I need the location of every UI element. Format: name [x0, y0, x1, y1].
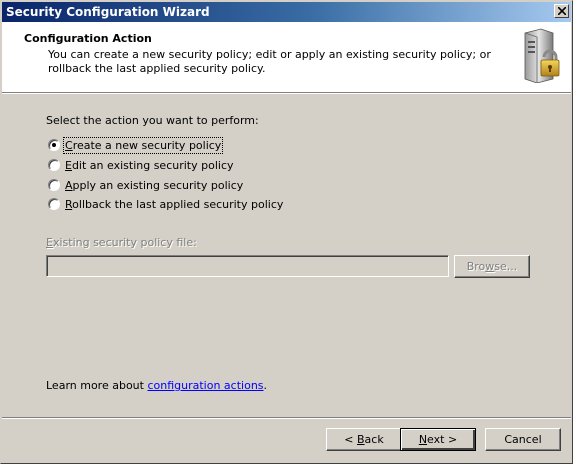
radio-rollback[interactable] — [48, 198, 60, 210]
option-create-new-label[interactable]: Create a new security policy — [62, 137, 224, 154]
existing-policy-file-label: Existing security policy file: — [46, 236, 197, 249]
window-title: Security Configuration Wizard — [6, 5, 210, 19]
browse-button[interactable]: Browse... — [454, 255, 530, 278]
back-button[interactable]: < Back — [326, 428, 402, 451]
wizard-header: Configuration Action You can create a ne… — [2, 22, 571, 93]
cancel-button[interactable]: Cancel — [485, 428, 561, 451]
learn-more-text: Learn more about configuration actions. — [46, 379, 268, 392]
option-edit-existing[interactable]: Edit an existing security policy — [48, 158, 234, 174]
configuration-actions-link[interactable]: configuration actions — [147, 379, 263, 392]
radio-apply-existing[interactable] — [48, 179, 60, 191]
server-lock-icon — [524, 28, 560, 83]
option-apply-existing[interactable]: Apply an existing security policy — [48, 178, 243, 194]
header-description: You can create a new security policy; ed… — [48, 48, 491, 75]
existing-policy-file-input[interactable] — [46, 255, 449, 277]
footer-separator — [2, 417, 571, 419]
option-rollback[interactable]: Rollback the last applied security polic… — [48, 197, 283, 213]
wizard-window: Security Configuration Wizard Configurat… — [0, 0, 573, 464]
header-separator — [2, 93, 571, 94]
title-bar[interactable]: Security Configuration Wizard — [2, 2, 571, 22]
action-prompt: Select the action you want to perform: — [46, 114, 259, 127]
option-edit-existing-label[interactable]: Edit an existing security policy — [64, 158, 235, 173]
header-title: Configuration Action — [24, 32, 152, 45]
next-button[interactable]: Next > — [400, 428, 476, 451]
option-apply-existing-label[interactable]: Apply an existing security policy — [64, 178, 244, 193]
radio-edit-existing[interactable] — [48, 159, 60, 171]
option-rollback-label[interactable]: Rollback the last applied security polic… — [64, 197, 284, 212]
close-icon — [558, 7, 566, 15]
radio-create-new[interactable] — [48, 139, 60, 151]
option-create-new[interactable]: Create a new security policy — [48, 137, 224, 154]
close-button[interactable] — [554, 4, 569, 18]
